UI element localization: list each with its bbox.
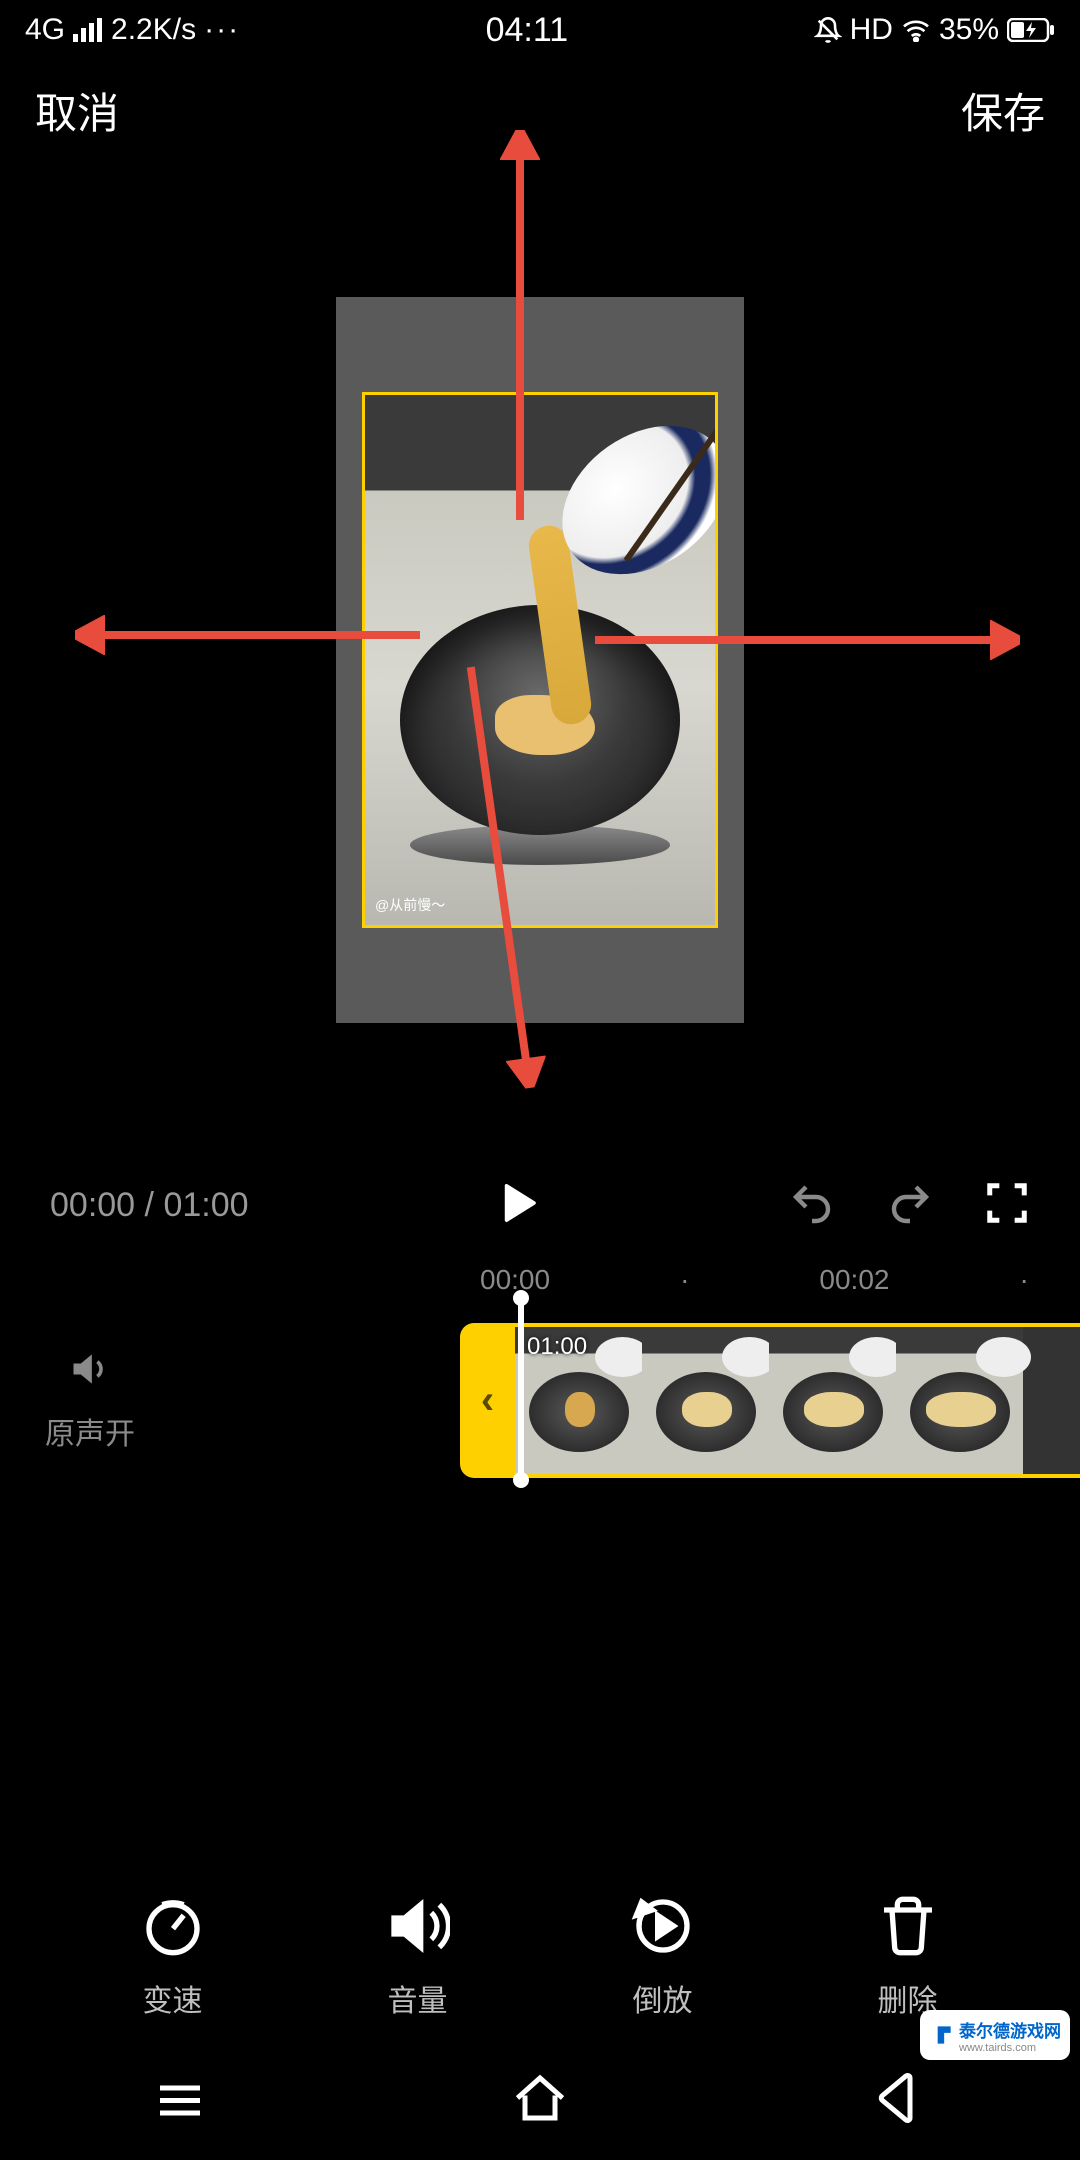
status-time: 04:11 (486, 11, 569, 50)
battery-label: 35% (939, 13, 999, 47)
volume-button[interactable]: 音量 (386, 1894, 450, 2020)
clip-thumb (896, 1327, 1023, 1474)
hd-label: HD (850, 13, 893, 47)
system-nav-bar (0, 2040, 1080, 2160)
canvas-box: @从前慢～ (336, 297, 744, 1023)
back-icon (870, 2068, 930, 2128)
watermark: @从前慢～ (375, 895, 445, 915)
ruler-mark: 00:02 (819, 1264, 889, 1296)
undo-icon (788, 1179, 836, 1227)
menu-icon (150, 2068, 210, 2128)
speaker-icon (68, 1347, 112, 1391)
timeline[interactable]: 原声开 ‹ 01:00 (0, 1310, 1080, 1490)
status-right: HD 35% (814, 13, 1055, 47)
signal-icon (73, 18, 103, 42)
play-icon (495, 1180, 541, 1226)
speed-label: 2.2K/s (111, 13, 196, 47)
status-bar: 4G 2.2K/s ··· 04:11 HD 35% (0, 0, 1080, 60)
home-icon (510, 2068, 570, 2128)
clip-left-handle[interactable]: ‹ (460, 1323, 515, 1478)
badge-text: 泰尔德游戏网 (959, 2017, 1061, 2042)
tool-label: 倒放 (633, 1976, 693, 2020)
sound-label: 原声开 (0, 1409, 180, 1453)
clip-thumb (642, 1327, 769, 1474)
chevron-left-icon: ‹ (481, 1378, 494, 1423)
tool-label: 音量 (388, 1976, 448, 2020)
arrow-up-icon (500, 130, 540, 530)
playhead[interactable] (518, 1294, 524, 1484)
reverse-button[interactable]: 倒放 (631, 1894, 695, 2020)
ruler-dot: · (1019, 1264, 1028, 1296)
fullscreen-button[interactable] (984, 1180, 1030, 1231)
nav-recents[interactable] (150, 2068, 210, 2133)
status-left: 4G 2.2K/s ··· (25, 13, 240, 47)
bottom-tools: 变速 音量 倒放 删除 (0, 1894, 1080, 2020)
clip-track[interactable]: 01:00 (515, 1323, 1080, 1478)
logo-icon (929, 2022, 955, 2048)
top-bar: 取消 保存 (0, 60, 1080, 160)
nav-back[interactable] (870, 2068, 930, 2133)
time-display: 00:00 / 01:00 (50, 1186, 249, 1225)
battery-icon (1007, 18, 1055, 42)
site-badge: 泰尔德游戏网 www.tairds.com (920, 2010, 1070, 2060)
fullscreen-icon (984, 1180, 1030, 1226)
arrow-right-icon (590, 620, 1020, 660)
undo-button[interactable] (788, 1179, 836, 1232)
play-button[interactable] (495, 1180, 541, 1231)
wifi-icon (901, 18, 931, 42)
arrow-left-icon (75, 615, 425, 655)
reverse-icon (631, 1894, 695, 1958)
trash-icon (876, 1894, 940, 1958)
volume-icon (386, 1894, 450, 1958)
preview-area[interactable]: @从前慢～ (0, 160, 1080, 1160)
ruler-dot: · (680, 1264, 689, 1296)
redo-icon (886, 1179, 934, 1227)
original-sound-toggle[interactable]: 原声开 (0, 1347, 180, 1453)
dnd-icon (814, 16, 842, 44)
nav-home[interactable] (510, 2068, 570, 2133)
clip-thumb (769, 1327, 896, 1474)
speed-icon (141, 1894, 205, 1958)
tool-label: 变速 (143, 1976, 203, 2020)
redo-button[interactable] (886, 1179, 934, 1232)
cancel-button[interactable]: 取消 (35, 80, 119, 141)
time-ruler: 00:00 · 00:02 · (0, 1250, 1080, 1310)
crop-selection[interactable]: @从前慢～ (362, 392, 718, 928)
clip-duration: 01:00 (527, 1333, 587, 1361)
video-frame: @从前慢～ (365, 395, 715, 925)
delete-button[interactable]: 删除 (876, 1894, 940, 2020)
save-button[interactable]: 保存 (961, 80, 1045, 141)
badge-sub: www.tairds.com (959, 2042, 1061, 2054)
playback-bar: 00:00 / 01:00 (0, 1160, 1080, 1250)
speed-button[interactable]: 变速 (141, 1894, 205, 2020)
more-dots-icon: ··· (204, 13, 240, 47)
network-label: 4G (25, 13, 65, 47)
